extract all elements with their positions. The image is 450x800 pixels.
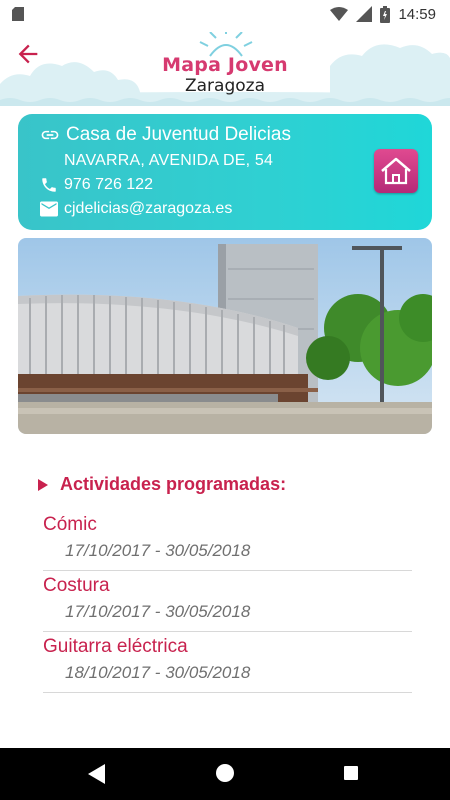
status-bar: 14:59 (0, 0, 450, 28)
email-row[interactable]: cjdelicias@zaragoza.es (40, 200, 232, 218)
activity-dates: 17/10/2017 - 30/05/2018 (65, 602, 251, 621)
center-photo (18, 238, 432, 434)
activities-heading: Actividades programadas: (38, 474, 286, 495)
house-button[interactable] (374, 149, 418, 193)
app-header: Mapa Joven Zaragoza (0, 28, 450, 106)
activity-name: Costura (43, 575, 110, 596)
nav-home-icon[interactable] (216, 764, 234, 782)
logo-title: Mapa Joven (162, 54, 288, 76)
activities-title: Actividades programadas: (60, 474, 287, 494)
activity-name: Guitarra eléctrica (43, 636, 188, 657)
email-address: cjdelicias@zaragoza.es (64, 200, 233, 217)
activity-dates: 17/10/2017 - 30/05/2018 (65, 541, 251, 560)
nav-recents-icon[interactable] (344, 766, 358, 780)
phone-row[interactable]: 976 726 122 (40, 176, 153, 194)
center-address: NAVARRA, AVENIDA DE, 54 (64, 152, 274, 169)
phone-icon (42, 178, 56, 192)
activity-dates: 18/10/2017 - 30/05/2018 (65, 663, 251, 682)
sd-card-icon (12, 7, 24, 21)
triangle-bullet-icon (38, 478, 48, 491)
logo-subtitle: Zaragoza (184, 76, 265, 96)
activity-name: Cómic (43, 514, 97, 535)
building-photo-image (18, 238, 432, 434)
battery-icon (380, 5, 391, 23)
status-icons: 14:59 (330, 4, 436, 24)
nav-back-icon[interactable] (88, 764, 106, 784)
activity-item[interactable]: Cómic 17/10/2017 - 30/05/2018 (43, 510, 412, 571)
phone-number: 976 726 122 (64, 176, 153, 193)
signal-icon (356, 6, 373, 22)
wifi-icon (330, 7, 349, 21)
house-icon (381, 157, 411, 185)
status-time: 14:59 (398, 5, 436, 23)
center-name-row[interactable]: Casa de Juventud Delicias (40, 124, 291, 146)
mail-icon (40, 201, 58, 217)
system-nav-bar (0, 748, 450, 800)
link-icon (41, 130, 59, 140)
activity-item[interactable]: Costura 17/10/2017 - 30/05/2018 (43, 571, 412, 632)
center-info-card: Casa de Juventud Delicias NAVARRA, AVENI… (18, 114, 432, 230)
activity-item[interactable]: Guitarra eléctrica 18/10/2017 - 30/05/20… (43, 632, 412, 693)
center-name: Casa de Juventud Delicias (66, 124, 291, 145)
